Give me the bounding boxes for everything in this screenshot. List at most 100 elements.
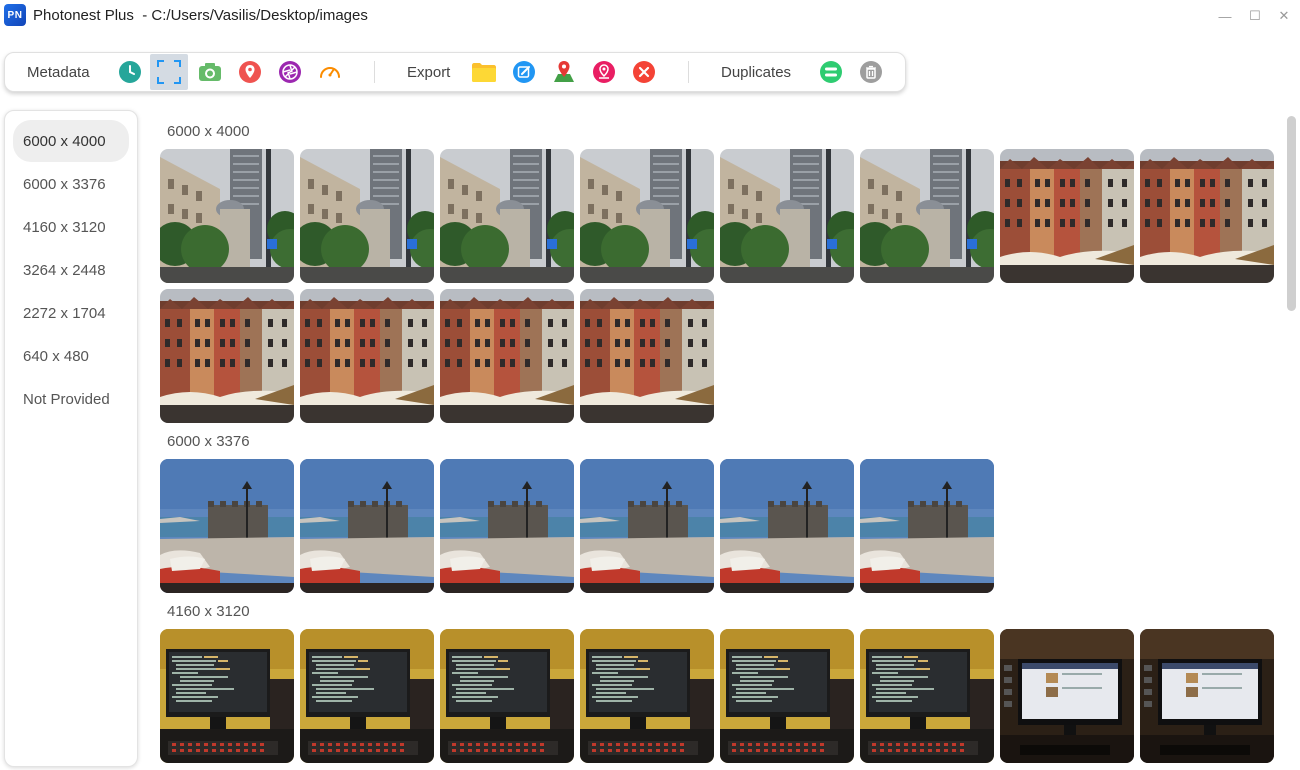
app-logo-icon: PN bbox=[4, 4, 26, 26]
group-title: 6000 x 3376 bbox=[167, 433, 250, 450]
map-marker-icon bbox=[554, 61, 574, 82]
photo-image bbox=[300, 289, 434, 423]
sidebar-item-6000x4000[interactable]: 6000 x 4000 bbox=[13, 120, 129, 162]
photo-image bbox=[720, 629, 854, 763]
photo-image bbox=[440, 459, 574, 593]
photo-thumbnail[interactable] bbox=[720, 459, 854, 593]
photo-thumbnail[interactable] bbox=[160, 629, 294, 763]
pin-icon bbox=[593, 61, 615, 83]
find-duplicates-button[interactable] bbox=[816, 57, 846, 87]
remove-icon bbox=[633, 61, 655, 83]
photo-thumbnail[interactable] bbox=[440, 459, 574, 593]
photo-thumbnail[interactable] bbox=[720, 149, 854, 283]
photo-thumbnail[interactable] bbox=[580, 629, 714, 763]
photo-image bbox=[720, 459, 854, 593]
photo-image bbox=[860, 459, 994, 593]
shutter-speed-button[interactable] bbox=[315, 57, 345, 87]
photo-image bbox=[1140, 629, 1274, 763]
photo-image bbox=[1140, 149, 1274, 283]
photo-image bbox=[860, 149, 994, 283]
speedometer-icon bbox=[320, 67, 340, 78]
photo-thumbnail[interactable] bbox=[160, 459, 294, 593]
photo-image bbox=[580, 459, 714, 593]
photo-thumbnail[interactable] bbox=[720, 629, 854, 763]
toolbar-separator bbox=[688, 61, 689, 83]
close-button[interactable]: ✕ bbox=[1273, 6, 1295, 26]
export-folder-button[interactable] bbox=[469, 57, 499, 87]
photo-thumbnail[interactable] bbox=[160, 289, 294, 423]
photo-thumbnail[interactable] bbox=[440, 629, 574, 763]
export-map-button[interactable] bbox=[549, 57, 579, 87]
window-title: Photonest Plus - C:/Users/Vasilis/Deskto… bbox=[33, 7, 368, 24]
export-label: Export bbox=[407, 64, 451, 81]
metadata-label: Metadata bbox=[27, 64, 90, 81]
maximize-button[interactable]: ☐ bbox=[1244, 6, 1266, 26]
sidebar-item-6000x3376[interactable]: 6000 x 3376 bbox=[13, 163, 129, 205]
photo-image bbox=[720, 149, 854, 283]
photo-thumbnail[interactable] bbox=[580, 289, 714, 423]
photo-thumbnail[interactable] bbox=[1000, 629, 1134, 763]
export-pin-button[interactable] bbox=[589, 57, 619, 87]
photo-image bbox=[440, 149, 574, 283]
photo-thumbnail[interactable] bbox=[300, 289, 434, 423]
photo-thumbnail[interactable] bbox=[160, 149, 294, 283]
group-title: 4160 x 3120 bbox=[167, 603, 250, 620]
photo-image bbox=[1000, 629, 1134, 763]
vertical-scrollbar[interactable] bbox=[1287, 116, 1296, 311]
minimize-button[interactable]: — bbox=[1214, 6, 1236, 26]
duplicates-label: Duplicates bbox=[721, 64, 792, 81]
photo-image bbox=[300, 459, 434, 593]
sidebar-item-2272x1704[interactable]: 2272 x 1704 bbox=[13, 292, 129, 334]
photo-image bbox=[300, 629, 434, 763]
resolution-sidebar: 6000 x 4000 6000 x 3376 4160 x 3120 3264… bbox=[4, 110, 138, 767]
photo-thumbnail[interactable] bbox=[860, 149, 994, 283]
clock-icon bbox=[119, 61, 141, 83]
trash-icon bbox=[860, 61, 882, 83]
photo-thumbnail[interactable] bbox=[440, 149, 574, 283]
photo-thumbnail[interactable] bbox=[580, 459, 714, 593]
edit-icon bbox=[513, 61, 535, 83]
photo-image bbox=[580, 629, 714, 763]
photo-image bbox=[440, 629, 574, 763]
photo-thumbnail[interactable] bbox=[1140, 629, 1274, 763]
photo-image bbox=[860, 629, 994, 763]
camera-icon bbox=[199, 63, 221, 81]
photo-image bbox=[160, 289, 294, 423]
sidebar-item-4160x3120[interactable]: 4160 x 3120 bbox=[13, 206, 129, 248]
dimensions-button[interactable] bbox=[150, 54, 188, 90]
folder-icon bbox=[472, 63, 496, 82]
photo-thumbnail[interactable] bbox=[860, 629, 994, 763]
photo-thumbnail[interactable] bbox=[1000, 149, 1134, 283]
resolution-frame-icon bbox=[157, 60, 181, 84]
sidebar-item-not-provided[interactable]: Not Provided bbox=[13, 378, 129, 420]
photo-image bbox=[580, 149, 714, 283]
camera-model-button[interactable] bbox=[195, 57, 225, 87]
aperture-icon bbox=[279, 61, 301, 83]
title-bar: PN Photonest Plus - C:/Users/Vasilis/Des… bbox=[0, 0, 1300, 32]
duplicates-icon bbox=[820, 61, 842, 83]
photo-thumbnail[interactable] bbox=[440, 289, 574, 423]
photo-thumbnail[interactable] bbox=[300, 629, 434, 763]
export-edit-button[interactable] bbox=[509, 57, 539, 87]
group-title: 6000 x 4000 bbox=[167, 123, 250, 140]
sidebar-item-640x480[interactable]: 640 x 480 bbox=[13, 335, 129, 377]
toolbar: Metadata Export Duplicates bbox=[4, 52, 906, 92]
photo-image bbox=[1000, 149, 1134, 283]
export-remove-button[interactable] bbox=[629, 57, 659, 87]
photo-thumbnail[interactable] bbox=[1140, 149, 1274, 283]
photo-image bbox=[580, 289, 714, 423]
date-taken-button[interactable] bbox=[115, 57, 145, 87]
photo-image bbox=[160, 459, 294, 593]
photo-thumbnail[interactable] bbox=[580, 149, 714, 283]
photo-image bbox=[160, 149, 294, 283]
sidebar-item-3264x2448[interactable]: 3264 x 2448 bbox=[13, 249, 129, 291]
photo-image bbox=[300, 149, 434, 283]
toolbar-separator bbox=[374, 61, 375, 83]
location-button[interactable] bbox=[235, 57, 265, 87]
delete-duplicates-button[interactable] bbox=[856, 57, 886, 87]
photo-thumbnail[interactable] bbox=[300, 149, 434, 283]
aperture-button[interactable] bbox=[275, 57, 305, 87]
photo-thumbnail[interactable] bbox=[300, 459, 434, 593]
photo-thumbnail[interactable] bbox=[860, 459, 994, 593]
photo-image bbox=[440, 289, 574, 423]
